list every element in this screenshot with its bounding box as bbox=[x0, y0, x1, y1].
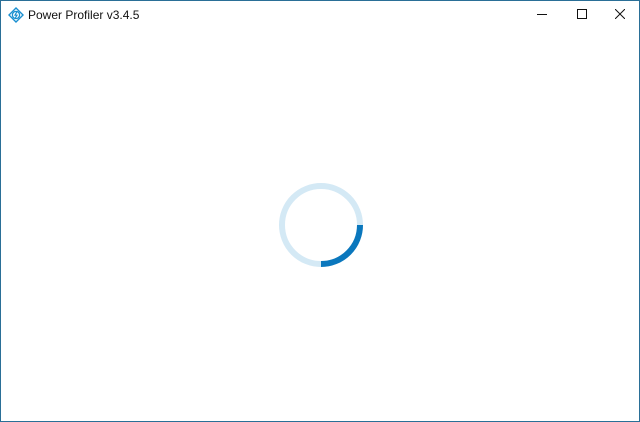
close-icon bbox=[614, 6, 626, 24]
minimize-button[interactable] bbox=[522, 1, 562, 29]
title-bar[interactable]: Power Profiler v3.4.5 bbox=[1, 1, 639, 29]
app-logo-icon bbox=[8, 7, 24, 23]
app-window: Power Profiler v3.4.5 bbox=[0, 0, 640, 422]
maximize-button[interactable] bbox=[562, 1, 602, 29]
minimize-icon bbox=[537, 6, 547, 24]
maximize-icon bbox=[577, 6, 587, 24]
main-content bbox=[1, 29, 639, 421]
close-button[interactable] bbox=[600, 1, 640, 29]
loading-spinner bbox=[279, 183, 363, 267]
window-title: Power Profiler v3.4.5 bbox=[28, 8, 140, 22]
spinner-arc bbox=[320, 224, 363, 267]
